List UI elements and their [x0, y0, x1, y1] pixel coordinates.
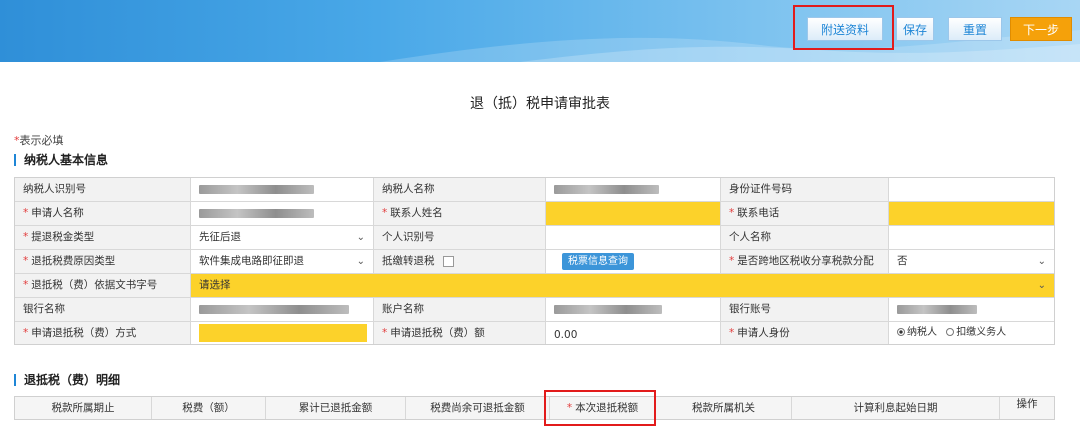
next-step-button[interactable]: 下一步: [1010, 17, 1072, 41]
refund-amount-value[interactable]: 0.00: [546, 322, 721, 344]
cross-region-select[interactable]: 否 ⌄: [889, 250, 1054, 273]
column-header: 税款所属机关: [656, 397, 792, 419]
contact-phone-label: * 联系电话: [721, 202, 889, 225]
radio-taxpayer-label: 纳税人: [907, 327, 937, 338]
form-row: * 提退税金类型 先征后退 ⌄ 个人识别号 个人名称: [15, 226, 1054, 250]
tax-info-query-button[interactable]: 税票信息查询: [562, 253, 634, 270]
applicant-name-field[interactable]: [191, 202, 374, 225]
section-title-basic-info: 纳税人基本信息: [14, 154, 108, 166]
bank-name-label: 银行名称: [15, 298, 191, 321]
required-note-text: 表示必填: [19, 134, 64, 147]
taxpayer-name-label: 纳税人名称: [374, 178, 546, 201]
form-row: * 退抵税费原因类型 软件集成电路即征即退 ⌄ 抵缴转退税 税票信息查询 * 是否跨地…: [15, 250, 1054, 274]
detail-table-header: 税款所属期止 税费（额） 累计已退抵金额 税费尚余可退抵金额 * 本次退抵税额 税…: [14, 396, 1055, 420]
column-header: * 本次退抵税额: [550, 397, 656, 419]
doc-no-select[interactable]: 请选择 ⌄: [191, 274, 1054, 297]
taxpayer-id-label: 纳税人识别号: [15, 178, 191, 201]
form-row: 纳税人识别号 纳税人名称 身份证件号码: [15, 178, 1054, 202]
redacted-value: [199, 208, 314, 218]
column-header: 税费（额）: [152, 397, 266, 419]
taxpayer-name-field[interactable]: [546, 178, 721, 201]
applicant-identity-label: * 申请人身份: [721, 322, 889, 344]
bank-account-field[interactable]: [889, 298, 1054, 321]
form-row: * 申请退抵税（费）方式 * 申请退抵税（费）额 0.00 * 申请人身份 纳税人 扣…: [15, 322, 1054, 344]
column-header: 税费尚余可退抵金额: [406, 397, 550, 419]
form-row: 银行名称 账户名称 银行账号: [15, 298, 1054, 322]
taxpayer-info-form: 纳税人识别号 纳税人名称 身份证件号码 * 申请人名称 * 联系人姓名 * 联系电话 …: [14, 177, 1055, 345]
contact-phone-input[interactable]: [889, 202, 1054, 225]
section-title-detail: 退抵税（费）明细: [14, 374, 120, 386]
radio-withholding-agent-label: 扣缴义务人: [956, 327, 1007, 338]
refund-type-label: * 提退税金类型: [15, 226, 191, 249]
contact-name-input[interactable]: [546, 202, 721, 225]
redacted-value: [554, 184, 659, 194]
form-row: * 申请人名称 * 联系人姓名 * 联系电话: [15, 202, 1054, 226]
tax-query-cell: 税票信息查询: [546, 250, 721, 273]
cross-region-label: * 是否跨地区税收分享税款分配: [721, 250, 889, 273]
required-note: *表示必填: [14, 132, 64, 148]
refund-reason-label: * 退抵税费原因类型: [15, 250, 191, 273]
offset-refund-label: 抵缴转退税: [374, 250, 546, 273]
page-title: 退（抵）税申请审批表: [470, 96, 610, 112]
chevron-down-icon: ⌄: [1037, 280, 1046, 291]
account-name-label: 账户名称: [374, 298, 546, 321]
applicant-identity-radio-group: 纳税人 扣缴义务人: [889, 322, 1054, 344]
top-banner: 附送资料 保存 重置 下一步: [0, 0, 1080, 62]
column-header: 税款所属期止: [15, 397, 152, 419]
column-header-actions: 操作: [1016, 398, 1038, 410]
personal-name-label: 个人名称: [721, 226, 889, 249]
column-header: 计算利息起始日期: [792, 397, 1000, 419]
refund-amount-label: * 申请退抵税（费）额: [374, 322, 546, 344]
refund-method-cell: [191, 322, 374, 344]
bank-account-label: 银行账号: [721, 298, 889, 321]
chevron-down-icon: ⌄: [356, 256, 365, 267]
personal-name-field[interactable]: [889, 226, 1054, 249]
redacted-value: [897, 304, 977, 314]
applicant-name-label: * 申请人名称: [15, 202, 191, 225]
radio-withholding-agent[interactable]: [946, 328, 955, 336]
refund-reason-select[interactable]: 软件集成电路即征即退 ⌄: [191, 250, 374, 273]
save-button[interactable]: 保存: [896, 17, 934, 41]
redacted-value: [199, 304, 349, 314]
personal-id-label: 个人识别号: [374, 226, 546, 249]
reset-button[interactable]: 重置: [948, 17, 1002, 41]
doc-no-label: * 退抵税（费）依据文书字号: [15, 274, 191, 297]
chevron-down-icon: ⌄: [1037, 256, 1046, 267]
radio-taxpayer[interactable]: [897, 328, 905, 336]
personal-id-field[interactable]: [546, 226, 721, 249]
attach-documents-button[interactable]: 附送资料: [807, 17, 883, 41]
bank-name-field[interactable]: [191, 298, 374, 321]
refund-type-select[interactable]: 先征后退 ⌄: [191, 226, 374, 249]
column-header: 累计已退抵金额: [266, 397, 406, 419]
contact-name-label: * 联系人姓名: [374, 202, 546, 225]
account-name-field[interactable]: [546, 298, 721, 321]
form-row: * 退抵税（费）依据文书字号 请选择 ⌄: [15, 274, 1054, 298]
id-doc-no-label: 身份证件号码: [721, 178, 889, 201]
refund-method-label: * 申请退抵税（费）方式: [15, 322, 191, 344]
id-doc-no-field[interactable]: [889, 178, 1054, 201]
chevron-down-icon: ⌄: [356, 232, 365, 243]
taxpayer-id-field[interactable]: [191, 178, 374, 201]
refund-method-select[interactable]: [199, 324, 367, 342]
redacted-value: [554, 304, 662, 314]
offset-refund-checkbox[interactable]: [442, 255, 454, 267]
redacted-value: [199, 184, 314, 194]
